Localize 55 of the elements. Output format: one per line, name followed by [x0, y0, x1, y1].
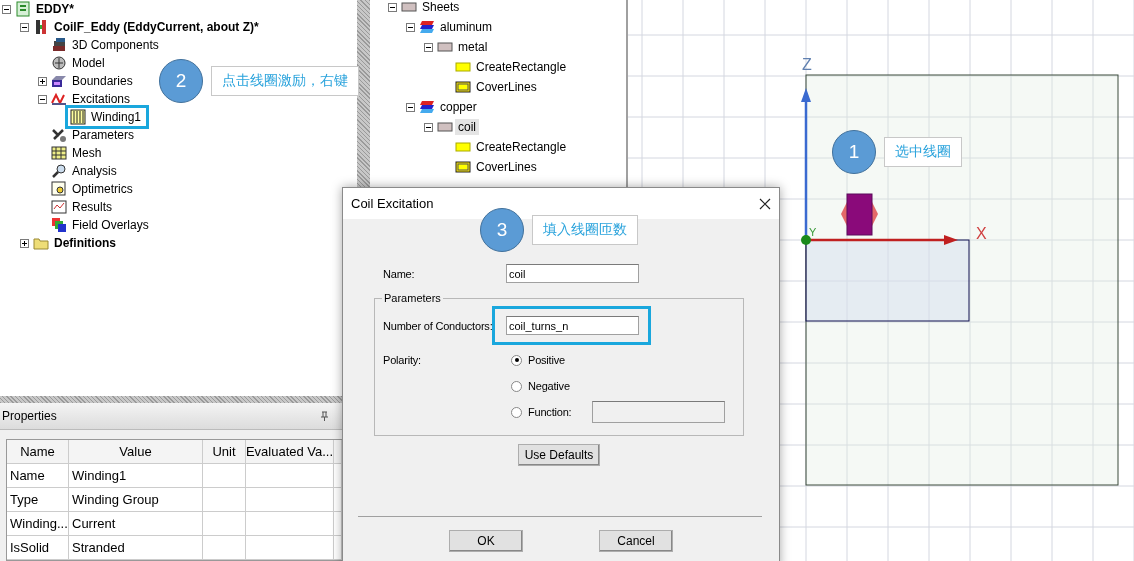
table-cell: Winding Group — [69, 488, 203, 512]
tree-item[interactable]: Analysis — [69, 163, 120, 179]
tree-item[interactable]: 3D Components — [69, 37, 162, 53]
table-cell: IsSolid — [7, 536, 69, 560]
panel-title: Properties — [2, 409, 57, 423]
callout-note: 选中线圈 — [884, 137, 962, 167]
column-header[interactable]: Evaluated Va... — [246, 440, 334, 464]
tree-item[interactable]: Winding1 — [88, 109, 145, 125]
table-cell: Winding1 — [69, 464, 203, 488]
tree-item[interactable]: CreateRectangle — [473, 59, 570, 75]
radio-label[interactable]: Positive — [528, 354, 565, 366]
cancel-button[interactable]: Cancel — [599, 530, 673, 552]
tree-item[interactable]: CreateRectangle — [473, 139, 570, 155]
input-field[interactable]: coil — [506, 264, 639, 283]
axis-label: Z — [802, 56, 812, 73]
tree-item[interactable]: copper — [437, 99, 480, 115]
input-field[interactable]: coil_turns_n — [506, 316, 639, 335]
use-defaults-button[interactable]: Use Defaults — [517, 444, 601, 466]
tree-item[interactable]: Results — [69, 199, 115, 215]
tree-item[interactable]: Sheets — [419, 0, 463, 15]
field-label: Polarity: — [383, 353, 422, 368]
dialog-title: Coil Excitation — [351, 196, 434, 211]
tree-item[interactable]: Model — [69, 55, 108, 71]
tree-item[interactable]: Parameters — [69, 127, 138, 143]
radio-label[interactable]: Function: — [528, 406, 586, 418]
tree-item[interactable]: metal — [455, 39, 491, 55]
tree-item[interactable]: Definitions — [51, 235, 119, 251]
tree-item[interactable]: EDDY* — [33, 1, 77, 17]
field-label: Name: — [383, 267, 416, 280]
axis-label: X — [976, 225, 987, 242]
callout-note: 点击线圈激励，右键 — [211, 66, 359, 96]
table-cell: Name — [7, 464, 69, 488]
field-label: Number of Conductors: — [383, 319, 494, 332]
callout-note: 填入线圈匝数 — [532, 215, 638, 245]
tree-item[interactable]: aluminum — [437, 19, 496, 35]
group-title: Parameters — [383, 292, 442, 304]
table-cell: Type — [7, 488, 69, 512]
table-cell: Current — [69, 512, 203, 536]
column-header[interactable]: Name — [7, 440, 69, 464]
column-header[interactable]: Unit — [203, 440, 246, 464]
tree-item[interactable]: Field Overlays — [69, 217, 152, 233]
radio-label[interactable]: Negative — [528, 380, 570, 392]
table-cell: Stranded — [69, 536, 203, 560]
tree-item[interactable]: Excitations — [69, 91, 134, 107]
tree-item[interactable]: Mesh — [69, 145, 105, 161]
table-cell: Winding... — [7, 512, 69, 536]
tree-item[interactable]: Optimetrics — [69, 181, 136, 197]
column-header[interactable]: Value — [69, 440, 203, 464]
tree-item[interactable]: CoverLines — [473, 79, 540, 95]
tree-item[interactable]: Boundaries — [69, 73, 136, 89]
tree-item[interactable]: CoilF_Eddy (EddyCurrent, about Z)* — [51, 19, 262, 35]
axis-label: Y — [809, 226, 817, 238]
tree-item[interactable]: coil — [455, 119, 479, 135]
ok-button[interactable]: OK — [449, 530, 523, 552]
tree-item[interactable]: CoverLines — [473, 159, 540, 175]
